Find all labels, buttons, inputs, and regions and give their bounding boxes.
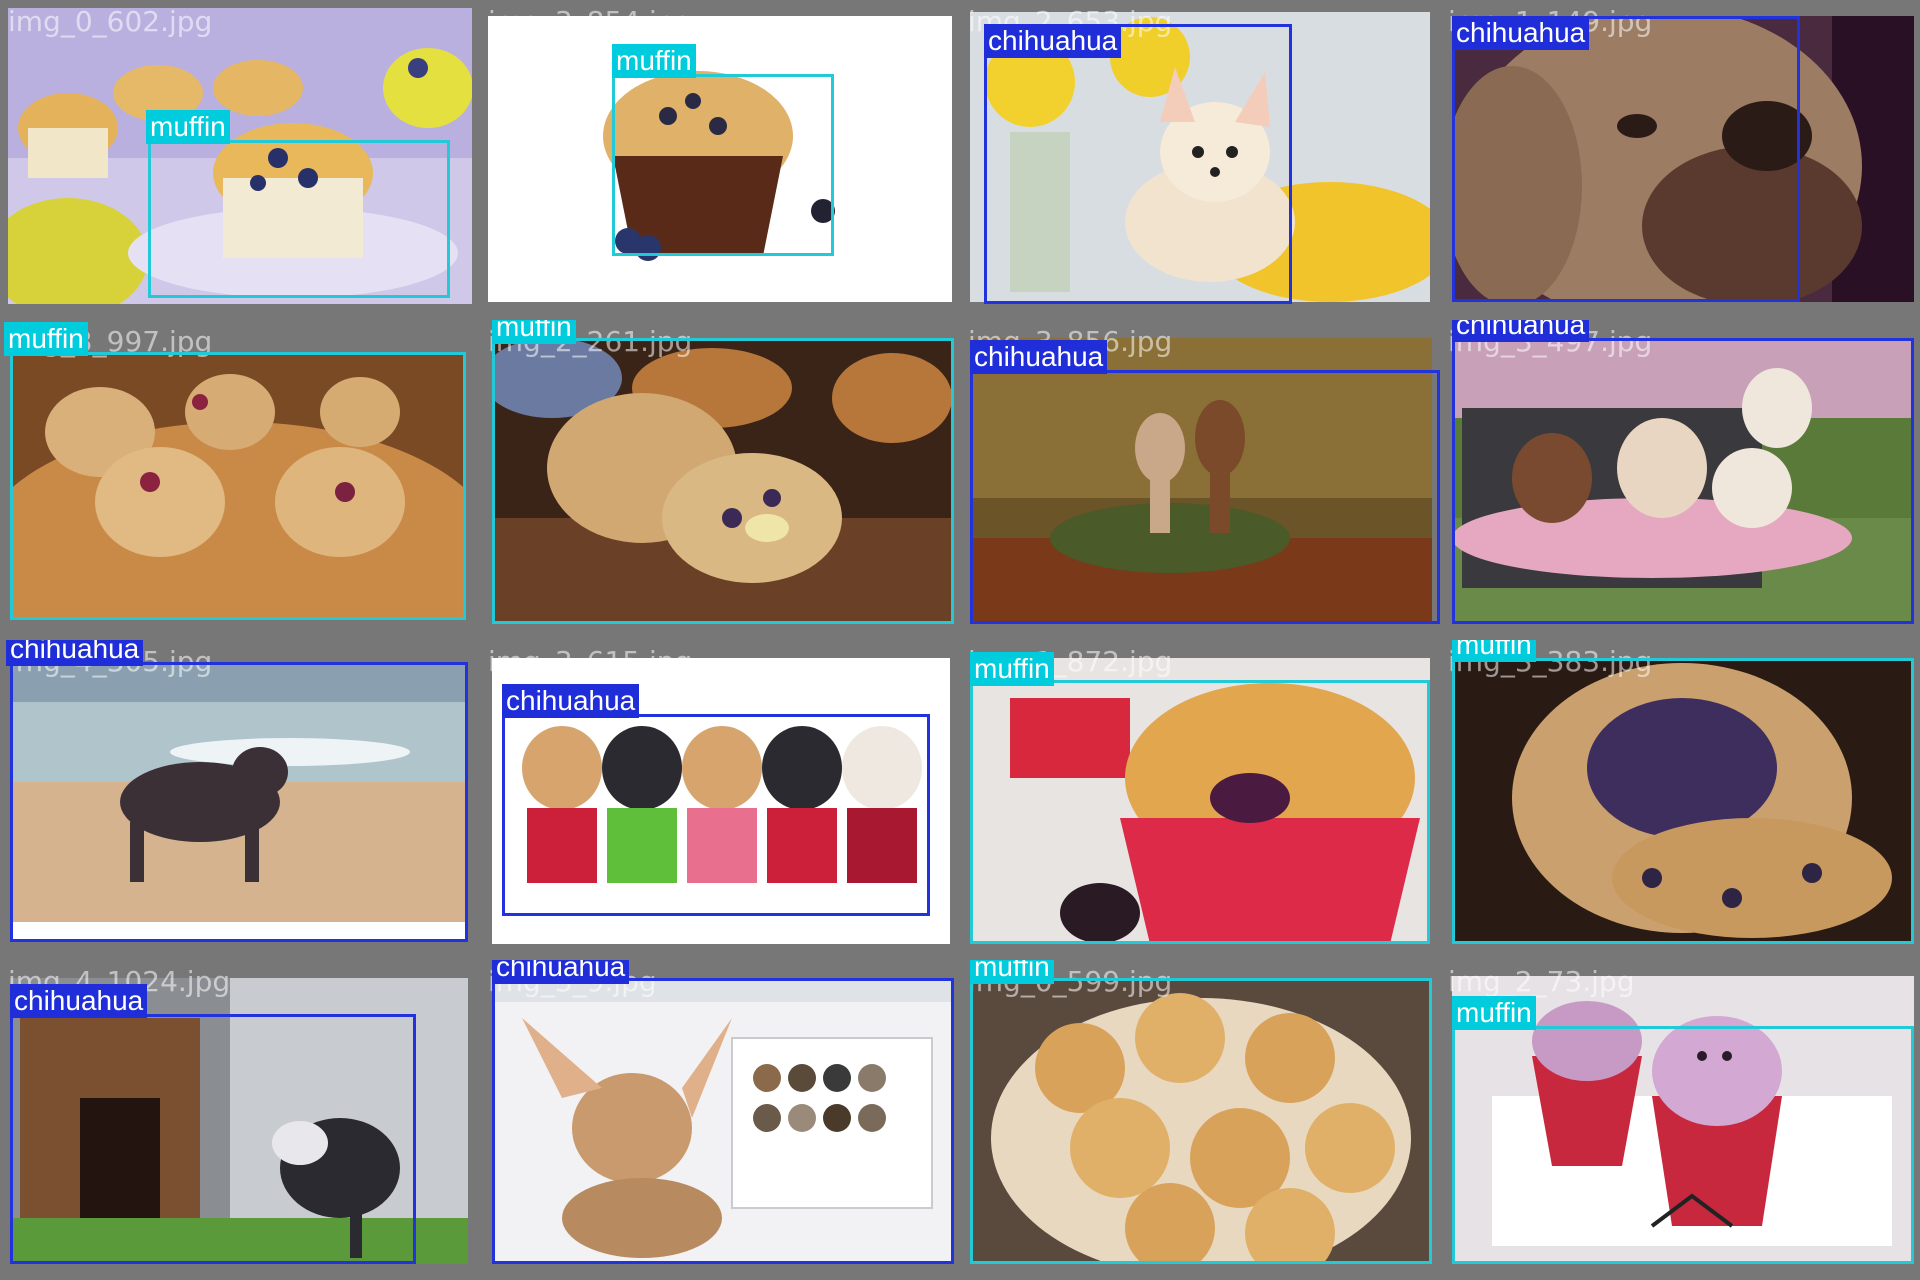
muffin-label: muffin — [1452, 996, 1536, 1030]
muffin-label: muffin — [492, 320, 576, 344]
chihuahua-bounding-box[interactable] — [1452, 16, 1800, 302]
tile-14[interactable]: img_3_9.jpg chihuahua — [480, 960, 960, 1280]
tile-9[interactable]: img_4_305.jpg chihuahua — [0, 640, 480, 960]
tile-11[interactable]: img_1_872.jpg muffin — [960, 640, 1440, 960]
chihuahua-label: chihuahua — [502, 684, 640, 718]
tile-16[interactable]: img_2_73.jpg muffin — [1440, 960, 1920, 1280]
chihuahua-label: chihuahua — [970, 340, 1108, 374]
chihuahua-label: chihuahua — [492, 960, 630, 984]
muffin-bounding-box[interactable] — [1452, 658, 1914, 944]
tile-7[interactable]: img_3_856.jpg chihuahua — [960, 320, 1440, 640]
tile-13[interactable]: img_4_1024.jpg chihuahua — [0, 960, 480, 1280]
muffin-label: muffin — [146, 110, 230, 144]
muffin-label: muffin — [612, 44, 696, 78]
tile-4[interactable]: img_1_149.jpg chihuahua — [1440, 0, 1920, 320]
detection-grid: img_0_602.jpg muffin img_3_854.jpg muffi… — [0, 0, 1920, 1280]
chihuahua-label: chihuahua — [6, 640, 144, 666]
muffin-bounding-box[interactable] — [970, 680, 1430, 944]
tile-10[interactable]: img_3_615.jpg chihuahua — [480, 640, 960, 960]
muffin-bounding-box[interactable] — [1452, 1026, 1914, 1264]
muffin-label: muffin — [970, 652, 1054, 686]
tile-12[interactable]: img_3_383.jpg muffin — [1440, 640, 1920, 960]
tile-5[interactable]: img_3_997.jpg muffin — [0, 320, 480, 640]
chihuahua-bounding-box[interactable] — [984, 24, 1292, 304]
muffin-label: muffin — [4, 322, 88, 356]
muffin-bounding-box[interactable] — [492, 338, 954, 624]
chihuahua-label: chihuahua — [1452, 16, 1590, 50]
tile-15[interactable]: img_0_599.jpg muffin — [960, 960, 1440, 1280]
chihuahua-bounding-box[interactable] — [1452, 338, 1914, 624]
muffin-label: muffin — [970, 960, 1054, 984]
chihuahua-bounding-box[interactable] — [492, 978, 954, 1264]
muffin-bounding-box[interactable] — [10, 352, 466, 620]
muffin-bounding-box[interactable] — [970, 978, 1432, 1264]
chihuahua-label: chihuahua — [10, 984, 148, 1018]
chihuahua-bounding-box[interactable] — [970, 370, 1440, 624]
tile-1[interactable]: img_0_602.jpg muffin — [0, 0, 480, 320]
chihuahua-label: chihuahua — [1452, 320, 1590, 342]
tile-2[interactable]: img_3_854.jpg muffin — [480, 0, 960, 320]
chihuahua-bounding-box[interactable] — [10, 1014, 416, 1264]
chihuahua-bounding-box[interactable] — [502, 714, 930, 916]
muffin-bounding-box[interactable] — [612, 74, 834, 256]
tile-3[interactable]: img_2_653.jpg chihuahua — [960, 0, 1440, 320]
tile-8[interactable]: img_3_497.jpg chihuahua — [1440, 320, 1920, 640]
muffin-label: muffin — [1452, 640, 1536, 662]
chihuahua-label: chihuahua — [984, 24, 1122, 58]
muffin-bounding-box[interactable] — [148, 140, 450, 298]
chihuahua-bounding-box[interactable] — [10, 662, 468, 942]
tile-6[interactable]: img_2_261.jpg muffin — [480, 320, 960, 640]
